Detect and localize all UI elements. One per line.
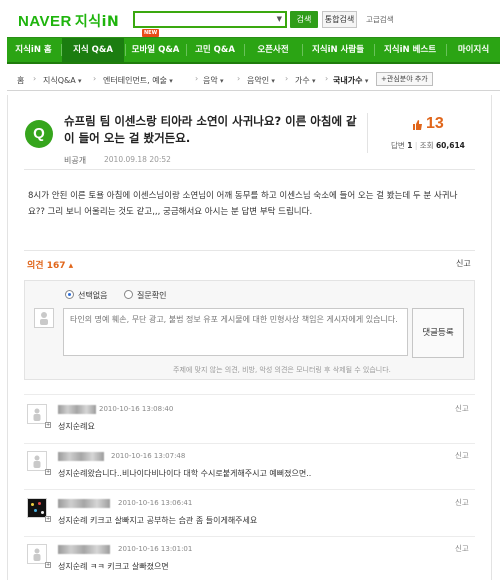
nav-item-worry-qa[interactable]: 고민 Q&A xyxy=(187,38,243,62)
avatar xyxy=(27,498,47,518)
report-link[interactable]: 신고 xyxy=(455,403,469,414)
thumbs-up-icon[interactable] xyxy=(413,120,422,130)
question-title: 슈프림 팀 이센스랑 티아라 소연이 사귀나요? 이른 아침에 같이 들어 오는… xyxy=(64,114,357,145)
question-icon: Q xyxy=(25,120,53,148)
divider xyxy=(24,443,475,444)
commenter-name-blurred xyxy=(58,545,110,554)
avatar xyxy=(27,544,47,564)
breadcrumb: 홈 › 지식Q&A › 엔터테인먼트, 예술 › 음악 › 음악인 › 가수 ›… xyxy=(7,64,500,91)
search-button[interactable]: 검색 xyxy=(290,11,318,28)
breadcrumb-separator: › xyxy=(325,74,329,83)
radio-question-check[interactable] xyxy=(124,290,133,299)
divider xyxy=(24,536,475,537)
combined-search-button[interactable]: 통합검색 xyxy=(322,11,357,28)
opinions-label: 의견 xyxy=(27,261,44,271)
add-favorite-button[interactable]: +관심분야 추가 xyxy=(376,72,433,86)
answers-label: 답변 xyxy=(391,141,405,150)
breadcrumb-qa[interactable]: 지식Q&A xyxy=(43,75,81,86)
breadcrumb-musician[interactable]: 음악인 xyxy=(247,75,275,86)
breadcrumb-entertainment[interactable]: 엔터테인먼트, 예술 xyxy=(103,75,173,86)
plus-icon[interactable]: + xyxy=(45,516,51,522)
answers-count: 1 xyxy=(407,141,413,150)
breadcrumb-separator: › xyxy=(33,74,37,83)
user-icon xyxy=(33,548,41,561)
nav-item-home[interactable]: 지식iN 홈 xyxy=(7,38,60,62)
divider xyxy=(24,250,475,251)
nav-item-open-dictionary[interactable]: 오픈사전 xyxy=(245,38,301,62)
chevron-down-icon[interactable]: ▼ xyxy=(277,15,282,23)
commenter-name-blurred xyxy=(58,452,104,461)
report-link[interactable]: 신고 xyxy=(455,543,469,554)
radio-no-selection[interactable] xyxy=(65,290,74,299)
commenter-name-blurred xyxy=(58,405,96,414)
moderation-notice: 주제에 맞지 않는 의견, 비방, 악성 의견은 모니터링 후 삭제될 수 있습… xyxy=(173,366,391,374)
plus-icon[interactable]: + xyxy=(45,562,51,568)
comment-date: 2010-10-16 13:06:41 xyxy=(118,499,193,507)
submit-comment-button[interactable]: 댓글등록 xyxy=(412,308,464,358)
nav-item-best[interactable]: 지식iN 베스트 xyxy=(375,38,445,62)
user-icon xyxy=(40,312,48,325)
breadcrumb-singer[interactable]: 가수 xyxy=(295,75,315,86)
plus-icon[interactable]: + xyxy=(45,422,51,428)
breadcrumb-home[interactable]: 홈 xyxy=(17,75,24,86)
views-count: 60,614 xyxy=(435,141,465,150)
divider xyxy=(24,394,475,395)
advanced-search-link[interactable]: 고급검색 xyxy=(366,14,394,25)
breadcrumb-separator: › xyxy=(285,74,289,83)
like-count: 13 xyxy=(426,115,444,132)
search-input[interactable]: ▼ xyxy=(133,11,287,28)
comment-date: 2010-10-16 13:08:40 xyxy=(99,405,174,413)
logo-brand: NAVER xyxy=(18,13,72,30)
avatar xyxy=(27,404,47,424)
user-icon xyxy=(33,455,41,468)
asker-name: 비공개 xyxy=(64,156,87,165)
question-body: 8시가 안된 이른 토욜 아침에 이센스님이랑 소연님이 어깨 동무를 하고 이… xyxy=(28,191,458,217)
divider xyxy=(24,169,475,170)
comment-text: 성지순례 ㅋㅋ 키크고 살빠졌으면 xyxy=(58,562,169,571)
comment-text: 성지순례 키크고 살빠지고 공부하는 습관 좀 들이게해주세요 xyxy=(58,516,258,525)
avatar xyxy=(27,451,47,471)
commenter-name-blurred xyxy=(58,499,110,508)
breadcrumb-separator: › xyxy=(195,74,199,83)
avatar xyxy=(34,308,54,328)
opinions-count: 167 xyxy=(46,261,66,271)
comment-date: 2010-10-16 13:01:01 xyxy=(118,545,193,553)
views-label: 조회 xyxy=(419,141,434,150)
radio-no-selection-label: 선택없음 xyxy=(78,291,108,300)
plus-icon[interactable]: + xyxy=(45,469,51,475)
radio-question-check-label: 질문확인 xyxy=(137,291,167,300)
divider xyxy=(24,489,475,490)
breadcrumb-separator: › xyxy=(93,74,97,83)
chevron-up-icon: ▴ xyxy=(68,261,74,271)
add-favorite-label: 관심분야 추가 xyxy=(386,75,428,83)
report-link[interactable]: 신고 xyxy=(456,258,471,269)
comment-date: 2010-10-16 13:07:48 xyxy=(111,452,186,460)
opinions-header[interactable]: 의견 167 ▴ xyxy=(27,258,73,271)
naver-logo[interactable]: NAVER 지식iN xyxy=(18,11,119,31)
comment-text: 성지순례요 xyxy=(58,422,95,431)
nav-item-qa[interactable]: 지식 Q&A xyxy=(62,38,124,62)
breadcrumb-korean-singer[interactable]: 국내가수 xyxy=(333,75,368,86)
divider xyxy=(367,113,368,153)
comment-input[interactable] xyxy=(63,308,408,356)
question-stats: 답변 1 | 조회 60,614 xyxy=(391,141,465,150)
logo-service: 지식iN xyxy=(74,14,120,30)
comment-text: 성지순례왔습니다..비나이다비나이다 대학 수시로붙게해주시고 예뻐졌으면.. xyxy=(58,469,312,478)
nav-item-people[interactable]: 지식iN 사람들 xyxy=(303,38,373,62)
breadcrumb-separator: › xyxy=(237,74,241,83)
nav-item-mobile-qa[interactable]: 모바일 Q&A xyxy=(126,38,185,62)
user-icon xyxy=(33,408,41,421)
nav-item-my-knowledge[interactable]: 마이지식 xyxy=(447,38,500,62)
breadcrumb-music[interactable]: 음악 xyxy=(203,75,223,86)
main-nav: 지식iN 홈 지식 Q&A 모바일 Q&A 고민 Q&A 오픈사전 지식iN 사… xyxy=(7,37,500,64)
question-date: 2010.09.18 20:52 xyxy=(104,155,171,164)
new-badge: NEW xyxy=(142,29,160,37)
report-link[interactable]: 신고 xyxy=(455,450,469,461)
report-link[interactable]: 신고 xyxy=(455,497,469,508)
